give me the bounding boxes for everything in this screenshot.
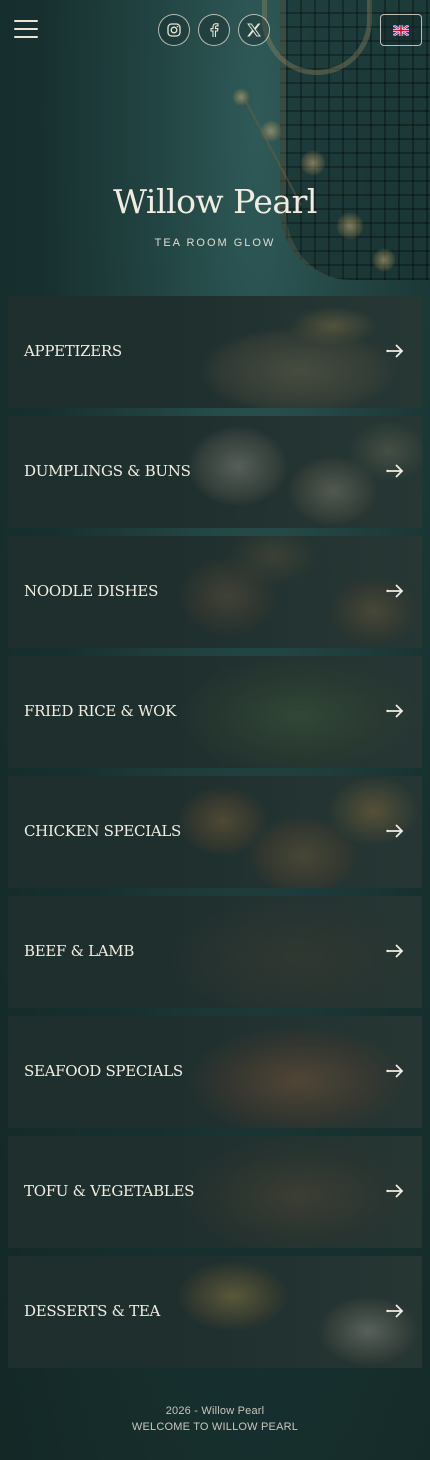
hamburger-menu-button[interactable] <box>14 20 38 40</box>
arrow-right-icon <box>386 704 404 718</box>
social-links <box>158 14 270 46</box>
category-label: TOFU & VEGETABLES <box>24 1182 195 1200</box>
uk-flag-icon <box>393 24 409 36</box>
category-label: BEEF & LAMB <box>24 942 135 960</box>
hamburger-line <box>14 28 38 30</box>
blossom-decoration <box>372 248 396 272</box>
hamburger-line <box>14 36 38 38</box>
footer-welcome: WELCOME TO WILLOW PEARL <box>131 1421 299 1433</box>
category-label: APPETIZERS <box>24 342 122 360</box>
category-card-dumplings-buns[interactable]: DUMPLINGS & BUNS <box>8 416 422 528</box>
category-label: NOODLE DISHES <box>24 582 159 600</box>
arrow-right-icon <box>386 1184 404 1198</box>
instagram-link[interactable] <box>158 14 190 46</box>
blossom-decoration <box>300 150 326 176</box>
menu-category-list: APPETIZERS DUMPLINGS & BUNS NOODLE DISHE… <box>8 296 422 1376</box>
x-link[interactable] <box>238 14 270 46</box>
category-card-beef-lamb[interactable]: BEEF & LAMB <box>8 896 422 1008</box>
restaurant-name: Willow Pearl <box>113 182 317 221</box>
arrow-right-icon <box>386 344 404 358</box>
category-label: DESSERTS & TEA <box>24 1302 161 1320</box>
category-card-tofu-vegetables[interactable]: TOFU & VEGETABLES <box>8 1136 422 1248</box>
blossom-decoration <box>260 120 282 142</box>
category-card-noodle-dishes[interactable]: NOODLE DISHES <box>8 536 422 648</box>
category-card-appetizers[interactable]: APPETIZERS <box>8 296 422 408</box>
restaurant-tagline: TEA ROOM GLOW <box>154 237 276 249</box>
arrow-right-icon <box>386 944 404 958</box>
language-switcher-button[interactable] <box>380 14 422 46</box>
category-card-chicken-specials[interactable]: CHICKEN SPECIALS <box>8 776 422 888</box>
footer: 2026 - Willow Pearl WELCOME TO WILLOW PE… <box>0 1403 430 1435</box>
instagram-icon <box>167 23 181 37</box>
category-label: CHICKEN SPECIALS <box>24 822 181 840</box>
x-icon <box>247 23 261 37</box>
facebook-link[interactable] <box>198 14 230 46</box>
category-card-seafood-specials[interactable]: SEAFOOD SPECIALS <box>8 1016 422 1128</box>
category-label: FRIED RICE & WOK <box>24 702 177 720</box>
arrow-right-icon <box>386 1304 404 1318</box>
category-card-desserts-tea[interactable]: DESSERTS & TEA <box>8 1256 422 1368</box>
arrow-right-icon <box>386 464 404 478</box>
category-label: DUMPLINGS & BUNS <box>24 462 191 480</box>
footer-copyright: 2026 - Willow Pearl <box>165 1405 265 1417</box>
arrow-right-icon <box>386 824 404 838</box>
facebook-icon <box>210 23 219 37</box>
arrow-right-icon <box>386 1064 404 1078</box>
category-card-fried-rice-wok[interactable]: FRIED RICE & WOK <box>8 656 422 768</box>
category-label: SEAFOOD SPECIALS <box>24 1062 183 1080</box>
arrow-right-icon <box>386 584 404 598</box>
hamburger-line <box>14 20 38 22</box>
